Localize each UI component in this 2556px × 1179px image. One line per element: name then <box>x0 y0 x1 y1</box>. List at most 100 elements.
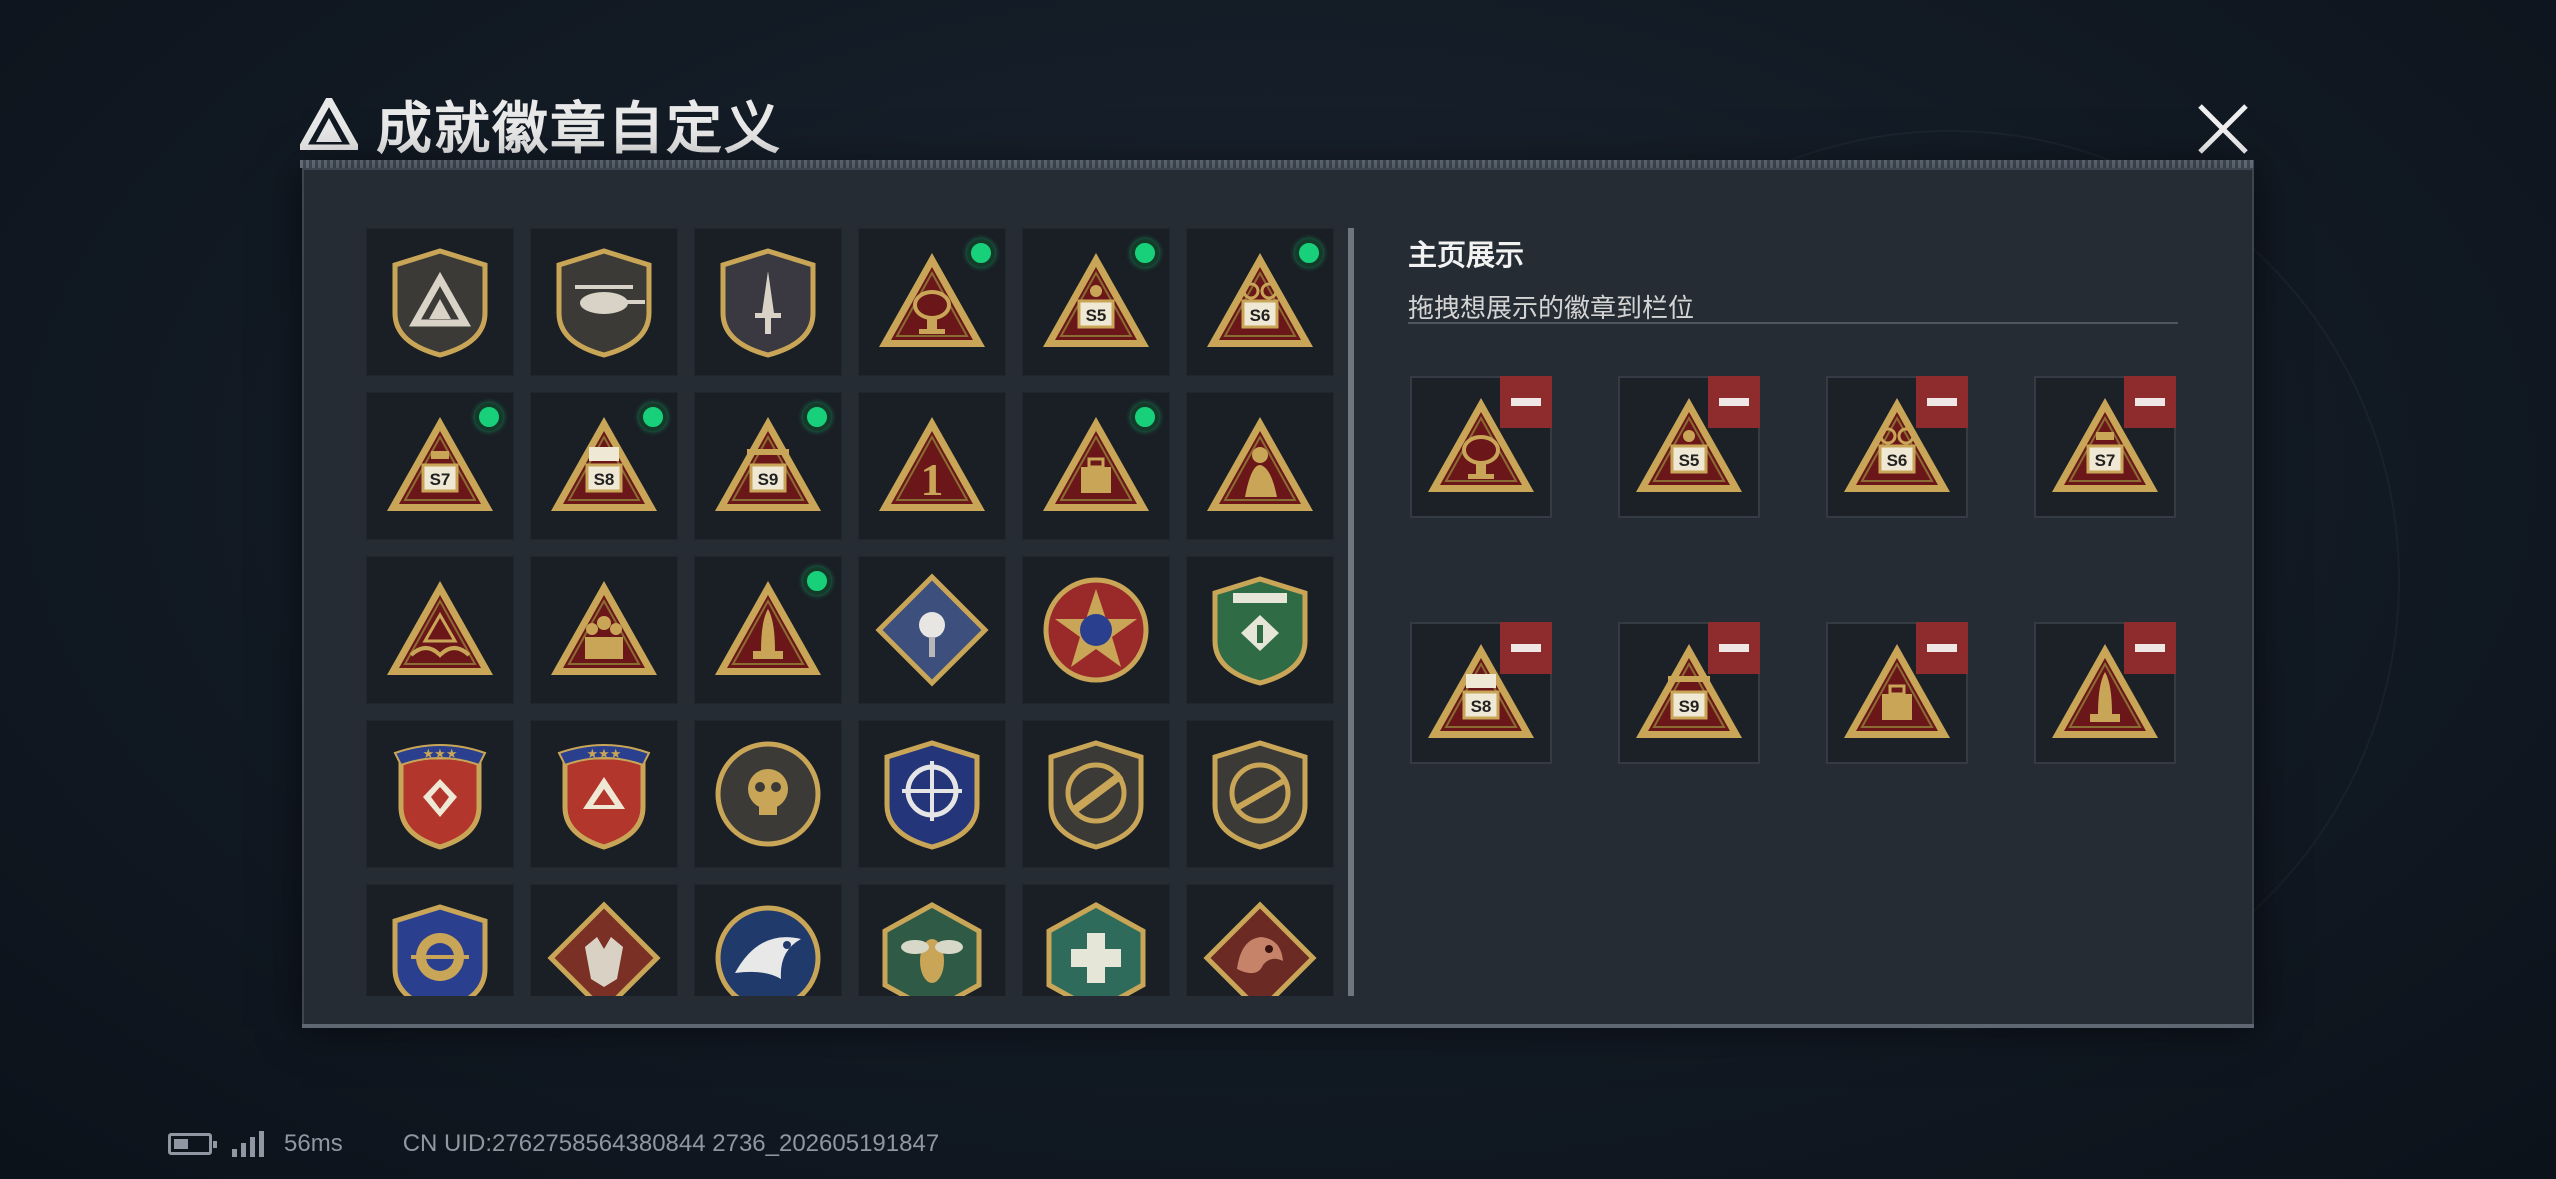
svg-text:★★★: ★★★ <box>423 746 458 761</box>
new-indicator-dot <box>803 567 831 595</box>
badge-cell[interactable] <box>694 556 842 704</box>
svg-text:1: 1 <box>921 454 944 505</box>
badge-cell[interactable] <box>366 228 514 376</box>
new-indicator-dot <box>967 239 995 267</box>
showcase-slot[interactable]: S8 <box>1410 622 1552 764</box>
signal-icon <box>232 1131 264 1157</box>
badge-grid-scrollbar[interactable] <box>1348 228 1354 996</box>
remove-badge-button[interactable] <box>1916 376 1968 428</box>
new-indicator-dot <box>639 403 667 431</box>
badge-cell[interactable] <box>858 228 1006 376</box>
badge-cell[interactable] <box>1186 392 1334 540</box>
badge-cell[interactable]: ★★★ <box>530 720 678 868</box>
minus-icon <box>1719 644 1749 652</box>
hexagon-hornet-icon <box>882 902 982 996</box>
round-star-icon <box>1043 577 1149 683</box>
round-skull-icon <box>715 741 821 847</box>
close-button[interactable] <box>2190 100 2256 158</box>
minus-icon <box>1511 644 1541 652</box>
minus-icon <box>1511 398 1541 406</box>
badge-cell[interactable] <box>530 884 678 996</box>
new-indicator-dot <box>1131 403 1159 431</box>
remove-badge-button[interactable] <box>2124 622 2176 674</box>
svg-text:S5: S5 <box>1679 451 1700 470</box>
badge-cell[interactable] <box>366 556 514 704</box>
badge-cell[interactable] <box>1186 884 1334 996</box>
badge-cell[interactable] <box>530 556 678 704</box>
svg-text:S6: S6 <box>1887 451 1908 470</box>
badge-cell[interactable]: S5 <box>1022 228 1170 376</box>
badge-cell[interactable] <box>858 884 1006 996</box>
shield-rifle-icon <box>1048 740 1144 850</box>
page-title: 成就徽章自定义 <box>376 96 782 162</box>
new-indicator-dot <box>803 403 831 431</box>
triangle-squad-icon <box>551 581 657 675</box>
green-shield-wings-icon <box>1212 576 1308 686</box>
svg-text:S8: S8 <box>594 470 615 489</box>
triangle-eagle-hands-icon <box>387 581 493 675</box>
hexagon-medic-icon <box>1046 902 1146 996</box>
badge-cell[interactable]: S8 <box>530 392 678 540</box>
showcase-slot[interactable]: S5 <box>1618 376 1760 518</box>
badge-cell[interactable]: ★★★ <box>366 720 514 868</box>
badge-cell[interactable] <box>1022 884 1170 996</box>
svg-text:S7: S7 <box>430 470 451 489</box>
svg-text:S6: S6 <box>1250 306 1271 325</box>
badge-cell[interactable] <box>694 720 842 868</box>
delta-logo-icon <box>300 98 358 150</box>
blue-crest-crosshair-icon <box>392 904 488 996</box>
svg-text:S5: S5 <box>1086 306 1107 325</box>
showcase-slot[interactable] <box>2034 622 2176 764</box>
showcase-slot[interactable] <box>1410 376 1552 518</box>
remove-badge-button[interactable] <box>1708 376 1760 428</box>
badge-cell[interactable]: S9 <box>694 392 842 540</box>
badge-cell[interactable]: S6 <box>1186 228 1334 376</box>
svg-text:S9: S9 <box>758 470 779 489</box>
star-crest-red-icon: ★★★ <box>393 744 487 850</box>
shield-triangle-icon <box>392 248 488 358</box>
new-indicator-dot <box>1295 239 1323 267</box>
diamond-dragon-icon <box>1203 901 1317 996</box>
panel-bottom-line <box>302 1024 2254 1028</box>
badge-cell[interactable] <box>694 884 842 996</box>
shield-sniper-icon <box>1212 740 1308 850</box>
showcase-slot[interactable]: S6 <box>1826 376 1968 518</box>
minus-icon <box>2135 398 2165 406</box>
diamond-wolf-icon <box>547 901 661 996</box>
showcase-slot[interactable] <box>1826 622 1968 764</box>
ping-value: 56ms <box>284 1130 343 1157</box>
title-divider-stripe <box>300 160 2254 168</box>
status-bar: 56ms CN UID:2762758564380844 2736_202605… <box>168 1128 939 1160</box>
badge-cell[interactable] <box>694 228 842 376</box>
new-indicator-dot <box>475 403 503 431</box>
badge-cell[interactable] <box>1022 556 1170 704</box>
showcase-slot[interactable]: S7 <box>2034 376 2176 518</box>
remove-badge-button[interactable] <box>1708 622 1760 674</box>
window-title-bar: 成就徽章自定义 <box>300 88 782 162</box>
showcase-heading: 主页展示 <box>1408 240 1525 272</box>
badge-cell[interactable] <box>1022 720 1170 868</box>
triangle-soldier-icon <box>1207 417 1313 511</box>
badge-cell[interactable] <box>858 556 1006 704</box>
remove-badge-button[interactable] <box>1500 622 1552 674</box>
badge-cell[interactable] <box>1186 556 1334 704</box>
star-crest-eagle-icon: ★★★ <box>557 744 651 850</box>
showcase-divider <box>1408 322 2178 324</box>
badge-cell[interactable]: 1 <box>858 392 1006 540</box>
remove-badge-button[interactable] <box>2124 376 2176 428</box>
user-uid: CN UID:2762758564380844 2736_20260519184… <box>402 1130 940 1157</box>
badge-cell[interactable] <box>858 720 1006 868</box>
showcase-slot[interactable]: S9 <box>1618 622 1760 764</box>
badge-cell[interactable] <box>1186 720 1334 868</box>
badge-cell[interactable]: S7 <box>366 392 514 540</box>
round-eagle-icon <box>715 905 821 996</box>
minus-icon <box>1927 644 1957 652</box>
badge-cell[interactable] <box>366 884 514 996</box>
minus-icon <box>2135 644 2165 652</box>
badge-cell[interactable] <box>1022 392 1170 540</box>
badge-cell[interactable] <box>530 228 678 376</box>
badge-grid: S5 S6 S7 S8 S9 1 ★★★ ★★★ <box>366 228 1334 996</box>
remove-badge-button[interactable] <box>1916 622 1968 674</box>
svg-text:S8: S8 <box>1471 697 1492 716</box>
remove-badge-button[interactable] <box>1500 376 1552 428</box>
